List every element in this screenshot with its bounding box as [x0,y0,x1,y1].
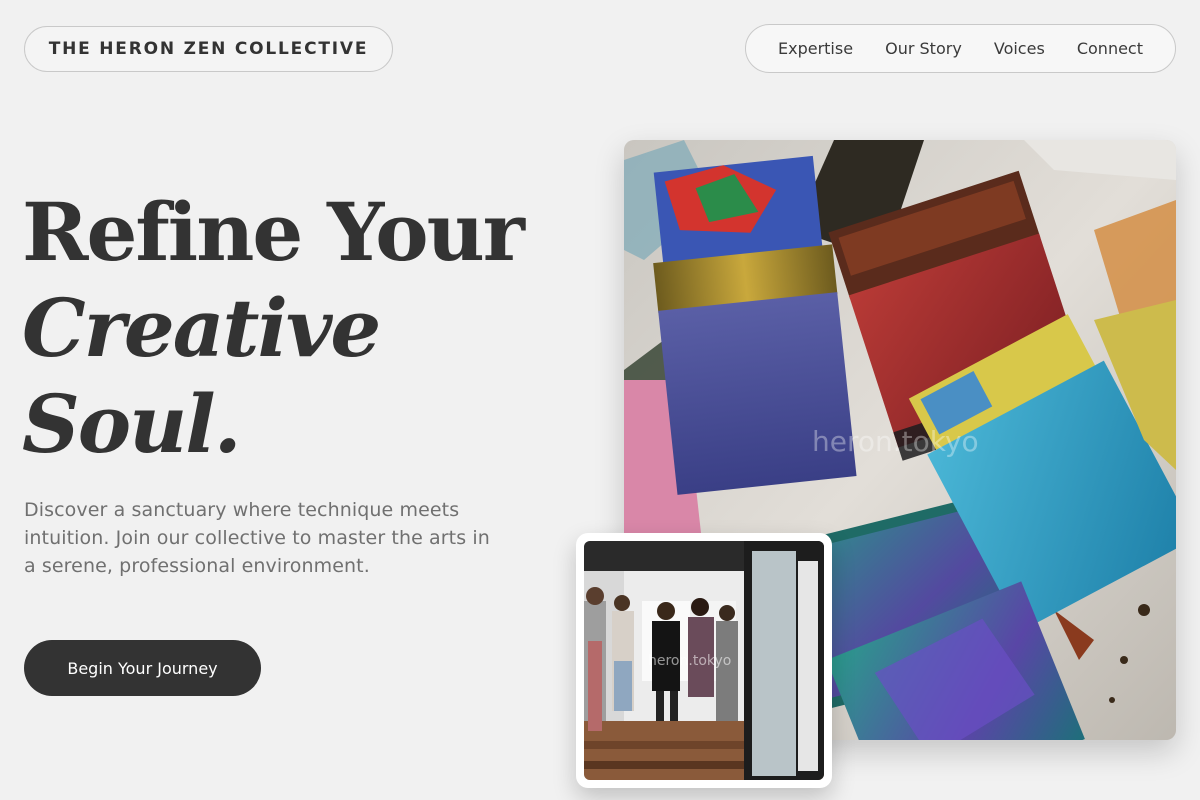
brand-logo[interactable]: THE HERON ZEN COLLECTIVE [24,26,393,72]
gallery-visitors-image: heron.tokyo [584,541,824,780]
headline-line-2: Creative [22,281,381,375]
inset-image-watermark: heron.tokyo [648,653,732,669]
gallery-photo-card: heron.tokyo [576,533,832,788]
hero-intro: Discover a sanctuary where technique mee… [24,499,490,577]
hero-headline: Refine Your Creative Soul. [22,184,525,472]
main-image-watermark: heron.tokyo [812,425,979,458]
nav-link-expertise[interactable]: Expertise [778,39,853,58]
headline-line-1: Refine Your [22,185,525,279]
nav-link-connect[interactable]: Connect [1077,39,1143,58]
headline-line-3: Soul. [22,377,242,471]
nav-link-our-story[interactable]: Our Story [885,39,962,58]
nav-link-voices[interactable]: Voices [994,39,1045,58]
main-nav: Expertise Our Story Voices Connect [745,24,1176,73]
begin-journey-button[interactable]: Begin Your Journey [24,640,261,696]
